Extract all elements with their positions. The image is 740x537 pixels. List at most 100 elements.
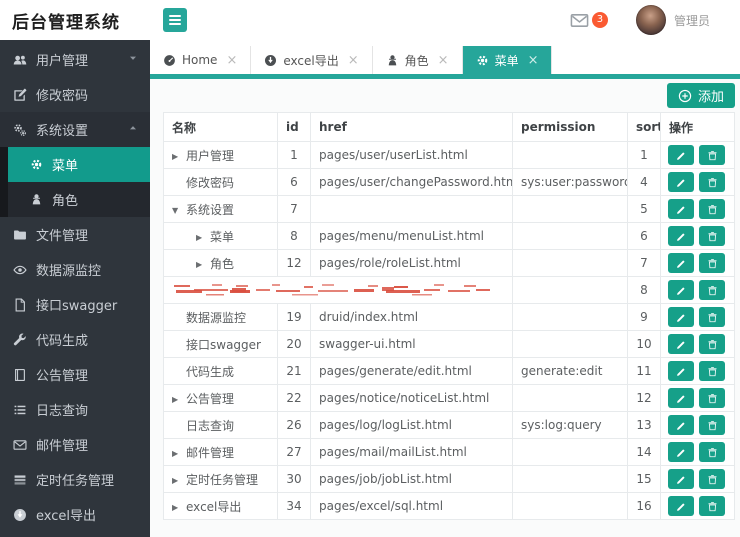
sidebar-subitem-role[interactable]: 角色 (0, 182, 150, 217)
caret-down-icon (128, 53, 138, 63)
trash-icon (707, 393, 718, 404)
edit-button[interactable] (668, 226, 694, 246)
sidebar-item-label: 数据源监控 (36, 264, 102, 279)
delete-button[interactable] (699, 361, 725, 381)
tree-collapsed-arrow-icon[interactable]: ▶ (172, 152, 186, 161)
tree-collapsed-arrow-icon[interactable]: ▶ (172, 449, 186, 458)
cell-permission (512, 276, 628, 304)
tree-collapsed-arrow-icon[interactable]: ▶ (172, 503, 186, 512)
tab-close-icon[interactable]: × (528, 54, 539, 67)
edit-button[interactable] (668, 199, 694, 219)
edit-button[interactable] (668, 469, 694, 489)
table-row: 代码生成 21 pages/generate/edit.html generate:e… (163, 357, 735, 385)
admin-label: 管理员 (673, 13, 710, 28)
add-button-label: 添加 (697, 90, 724, 105)
tab-home[interactable]: Home × (150, 46, 252, 74)
tab-close-icon[interactable]: × (226, 54, 237, 67)
table-row: ▶ 菜单 8 pages/menu/menuList.html 6 (163, 222, 735, 250)
tab-excel-export[interactable]: excel导出 × (251, 46, 373, 74)
book-icon (13, 368, 27, 382)
tree-collapsed-arrow-icon[interactable]: ▶ (196, 260, 210, 269)
sidebar-item-change-password[interactable]: 修改密码 (0, 77, 150, 112)
notification-badge[interactable]: 3 (591, 12, 608, 28)
cell-name: ▶ 角色 (163, 249, 278, 277)
messages-envelope-icon[interactable] (570, 11, 589, 30)
delete-button[interactable] (699, 199, 725, 219)
edit-button[interactable] (668, 145, 694, 165)
delete-button[interactable] (699, 496, 725, 516)
cell-name: 代码生成 (163, 357, 278, 385)
sidebar-item-user-management[interactable]: 用户管理 (0, 42, 150, 77)
sidebar-item-job-management[interactable]: 定时任务管理 (0, 462, 150, 497)
edit-button[interactable] (668, 172, 694, 192)
delete-button[interactable] (699, 253, 725, 273)
cell-id: 27 (277, 438, 311, 466)
avatar[interactable] (635, 5, 666, 35)
delete-button[interactable] (699, 226, 725, 246)
add-button[interactable]: 添加 (666, 83, 735, 108)
delete-button[interactable] (699, 172, 725, 192)
tab-close-icon[interactable]: × (348, 54, 359, 67)
sidebar-item-file-management[interactable]: 文件管理 (0, 217, 150, 252)
delete-button[interactable] (699, 469, 725, 489)
edit-button[interactable] (668, 442, 694, 462)
column-header-sort: sort (627, 112, 661, 142)
cell-permission (512, 438, 628, 466)
cell-id: 26 (277, 411, 311, 439)
edit-button[interactable] (668, 307, 694, 327)
tree-collapsed-arrow-icon[interactable]: ▶ (196, 233, 210, 242)
delete-button[interactable] (699, 145, 725, 165)
envelope-icon (13, 438, 27, 452)
sidebar-item-code-generation[interactable]: 代码生成 (0, 322, 150, 357)
delete-button[interactable] (699, 307, 725, 327)
edit-button[interactable] (668, 388, 694, 408)
pencil-icon (676, 285, 687, 296)
main-content: Home × excel导出 × 角色 × 菜单 × 添加 名称 id href permissio… (150, 40, 740, 537)
delete-button[interactable] (699, 388, 725, 408)
sidebar-toggle-button[interactable] (163, 8, 187, 32)
edit-button[interactable] (668, 415, 694, 435)
cell-name: 接口swagger (163, 330, 278, 358)
delete-button[interactable] (699, 280, 725, 300)
sidebar-item-excel-export[interactable]: excel导出 (0, 497, 150, 532)
tab-close-icon[interactable]: × (438, 54, 449, 67)
tree-collapsed-arrow-icon[interactable]: ▶ (172, 395, 186, 404)
cell-name: 修改密码 (163, 168, 278, 196)
tree-collapsed-arrow-icon[interactable]: ▶ (172, 476, 186, 485)
submenu-system-settings: 菜单角色 (0, 147, 150, 217)
sidebar-item-notice-management[interactable]: 公告管理 (0, 357, 150, 392)
cell-sort: 6 (627, 222, 661, 250)
edit-button[interactable] (668, 280, 694, 300)
cell-id: 7 (277, 195, 311, 223)
tab-menu[interactable]: 菜单 × (462, 46, 553, 74)
sidebar-item-system-settings[interactable]: 系统设置 (0, 112, 150, 147)
delete-button[interactable] (699, 442, 725, 462)
edit-button[interactable] (668, 334, 694, 354)
edit-button[interactable] (668, 496, 694, 516)
tab-role[interactable]: 角色 × (372, 46, 463, 74)
pencil-icon (676, 447, 687, 458)
cell-permission (512, 222, 628, 250)
edit-button[interactable] (668, 253, 694, 273)
cell-permission (512, 249, 628, 277)
delete-button[interactable] (699, 415, 725, 435)
sidebar-item-datasource-monitor[interactable]: 数据源监控 (0, 252, 150, 287)
sidebar-subitem-menu[interactable]: 菜单 (0, 147, 150, 182)
sidebar-item-swagger-api[interactable]: 接口swagger (0, 287, 150, 322)
cell-id: 21 (277, 357, 311, 385)
sidebar-item-label: 系统设置 (36, 124, 89, 139)
cell-actions (660, 168, 735, 196)
sidebar-item-log-query[interactable]: 日志查询 (0, 392, 150, 427)
cell-sort: 11 (627, 357, 661, 385)
tree-expanded-arrow-icon[interactable]: ▼ (172, 206, 186, 215)
cell-id: 8 (277, 222, 311, 250)
sidebar-subitem-label: 菜单 (52, 159, 79, 174)
sidebar: 用户管理 修改密码系统设置菜单角色 文件管理数据源监控接口swagger 代码生成 公告… (0, 40, 150, 537)
cell-permission: generate:edit (512, 357, 628, 385)
cell-href: pages/menu/menuList.html (310, 222, 513, 250)
gears-icon (13, 123, 27, 137)
sidebar-item-mail-management[interactable]: 邮件管理 (0, 427, 150, 462)
cell-actions (660, 222, 735, 250)
delete-button[interactable] (699, 334, 725, 354)
edit-button[interactable] (668, 361, 694, 381)
